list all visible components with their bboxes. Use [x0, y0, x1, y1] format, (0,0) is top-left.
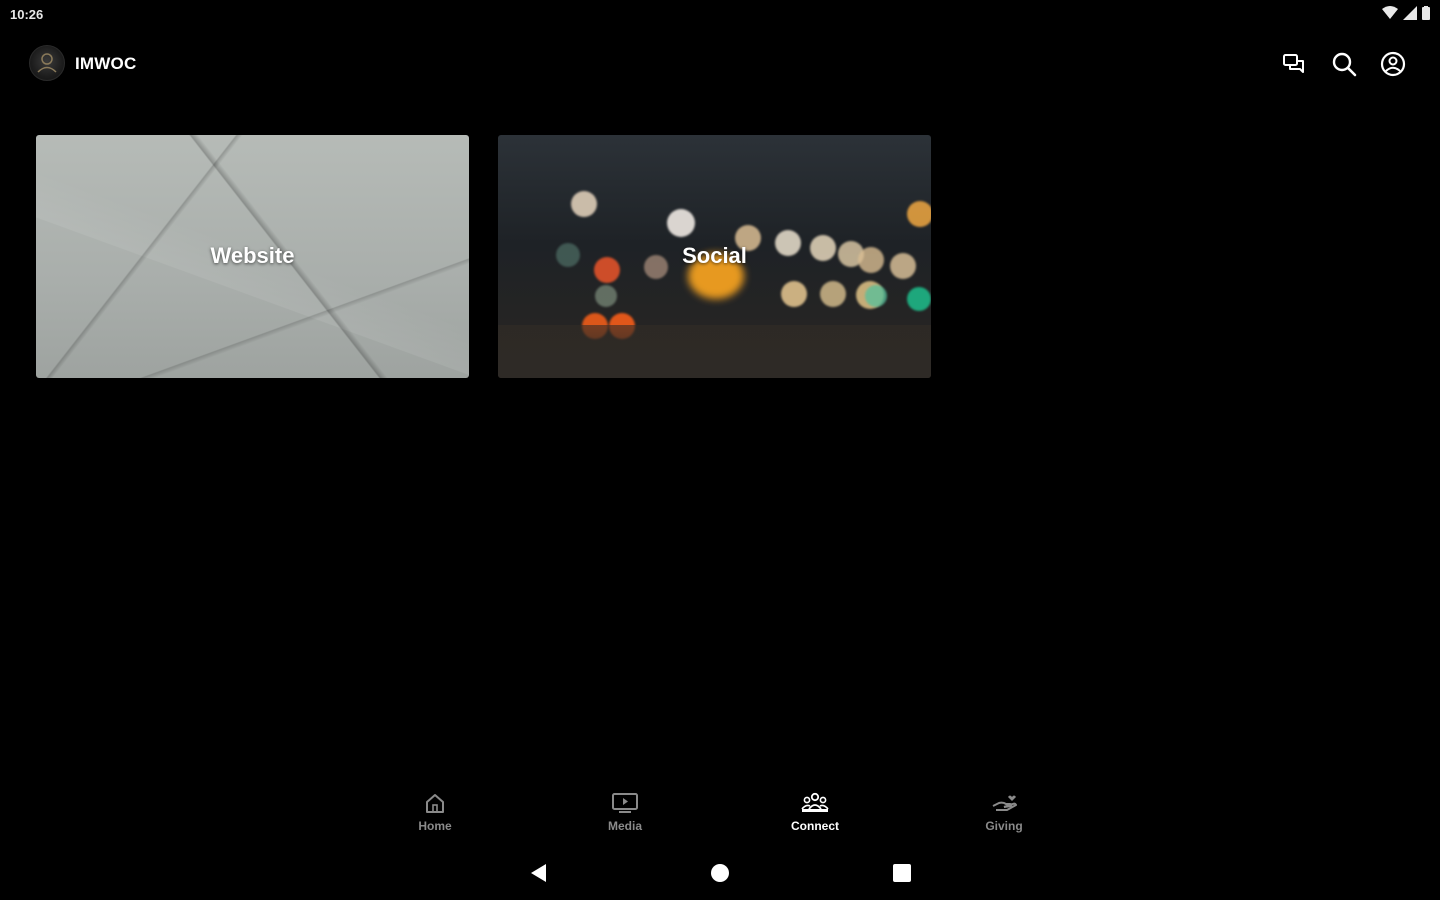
back-button[interactable]	[528, 862, 548, 889]
account-icon	[1380, 51, 1406, 77]
recents-button[interactable]	[892, 863, 912, 888]
status-icons	[1382, 6, 1430, 20]
recents-icon	[893, 864, 911, 882]
person-icon	[37, 53, 57, 73]
nav-label-home: Home	[418, 819, 452, 833]
wifi-icon	[1382, 6, 1398, 19]
social-card[interactable]: Social	[498, 135, 931, 378]
account-button[interactable]	[1379, 50, 1407, 78]
nav-item-home[interactable]: Home	[390, 788, 480, 833]
connect-icon	[801, 792, 829, 812]
chat-button[interactable]	[1280, 50, 1308, 78]
search-button[interactable]	[1330, 50, 1358, 78]
app-bar: IMWOC	[0, 40, 1440, 88]
nav-label-giving: Giving	[985, 819, 1023, 833]
nav-label-connect: Connect	[791, 819, 839, 833]
media-icon	[612, 793, 638, 813]
search-icon	[1332, 52, 1357, 77]
status-time: 10:26	[10, 7, 44, 22]
bottom-nav: Home Media Connect Giving	[0, 788, 1440, 844]
nav-label-media: Media	[607, 819, 642, 833]
social-card-label: Social	[682, 243, 747, 268]
home-icon	[426, 794, 444, 813]
nav-item-connect[interactable]: Connect	[770, 788, 860, 833]
status-bar: 10:26	[0, 0, 1440, 28]
home-circle-icon	[711, 864, 729, 882]
app-title: IMWOC	[75, 54, 137, 73]
back-icon	[531, 864, 546, 882]
giving-icon	[992, 795, 1017, 811]
signal-icon	[1403, 6, 1417, 20]
home-system-button[interactable]	[710, 863, 730, 888]
nav-item-media[interactable]: Media	[580, 788, 670, 833]
website-card[interactable]: Website	[36, 135, 469, 378]
battery-icon	[1422, 6, 1430, 20]
nav-item-giving[interactable]: Giving	[959, 788, 1049, 833]
chat-icon	[1283, 54, 1304, 73]
website-card-label: Website	[210, 243, 295, 268]
app-logo-avatar[interactable]	[29, 45, 65, 81]
system-nav-bar	[0, 856, 1440, 890]
